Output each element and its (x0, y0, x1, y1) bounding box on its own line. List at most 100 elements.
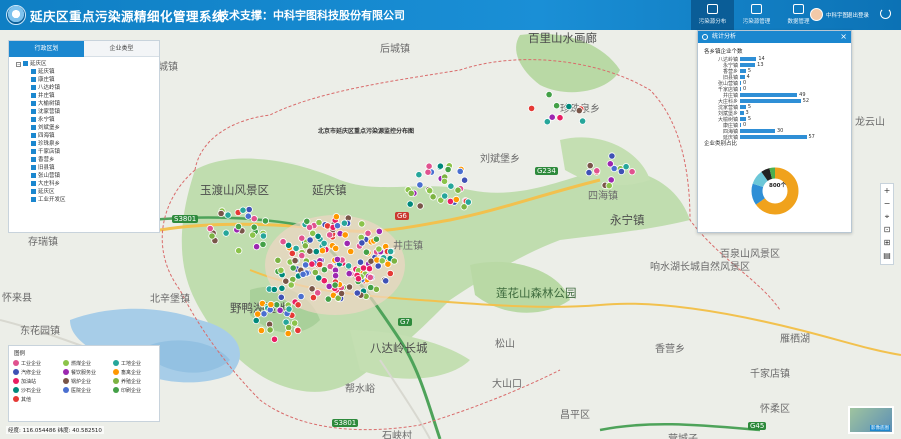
pollution-source-marker[interactable] (301, 261, 310, 269)
legend-item[interactable]: 锅炉企业 (63, 378, 113, 386)
pollution-source-marker[interactable] (298, 252, 306, 260)
pollution-source-marker[interactable] (406, 200, 414, 208)
pollution-source-marker[interactable] (285, 323, 293, 332)
pollution-source-marker[interactable] (593, 167, 601, 175)
pollution-source-marker[interactable] (608, 152, 616, 160)
tree-item[interactable]: 旧县镇 (13, 164, 155, 172)
legend-item[interactable]: 加油站 (13, 378, 63, 386)
pollution-source-marker[interactable] (320, 277, 328, 285)
pollution-source-marker[interactable] (303, 217, 311, 225)
tree-item[interactable]: 珍珠泉乡 (13, 140, 155, 148)
pollution-source-marker[interactable] (333, 222, 342, 230)
checkbox-icon[interactable] (31, 197, 36, 202)
pollution-source-marker[interactable] (545, 90, 553, 99)
pollution-source-marker[interactable] (552, 102, 561, 110)
logout-link[interactable]: 退出登录 (847, 11, 869, 19)
pollution-source-marker[interactable] (375, 245, 383, 253)
pollution-source-marker[interactable] (452, 195, 460, 204)
pollution-source-marker[interactable] (565, 102, 573, 111)
checkbox-icon[interactable] (31, 165, 36, 170)
pollution-source-marker[interactable] (234, 223, 243, 231)
pollution-source-marker[interactable] (606, 160, 614, 168)
pollution-source-marker[interactable] (287, 281, 295, 289)
tree-item[interactable]: 井庄镇 (13, 92, 155, 100)
pollution-source-marker[interactable] (291, 257, 299, 265)
checkbox-icon[interactable] (31, 101, 36, 106)
pollution-source-marker[interactable] (278, 284, 286, 292)
pollution-source-marker[interactable] (345, 270, 353, 278)
pollution-source-marker[interactable] (390, 257, 398, 265)
pollution-source-marker[interactable] (294, 326, 302, 334)
checkbox-icon[interactable] (31, 93, 36, 98)
tree-item[interactable]: 香营乡 (13, 156, 155, 164)
pollution-source-marker[interactable] (297, 292, 305, 301)
legend-item[interactable]: 其他 (13, 396, 63, 404)
pollution-source-marker[interactable] (347, 247, 355, 256)
pollution-source-marker[interactable] (416, 181, 424, 189)
checkbox-icon[interactable] (31, 157, 36, 162)
pollution-source-marker[interactable] (333, 255, 341, 263)
pollution-source-marker[interactable] (441, 192, 449, 200)
pollution-source-marker[interactable] (386, 247, 395, 256)
checkbox-icon[interactable] (31, 77, 36, 82)
checkbox-icon[interactable] (31, 117, 36, 122)
pollution-source-marker[interactable] (354, 275, 362, 283)
pollution-source-marker[interactable] (378, 257, 386, 265)
pollution-source-marker[interactable] (362, 248, 370, 256)
pollution-source-marker[interactable] (424, 168, 432, 176)
tree-item[interactable]: 大庄科乡 (13, 180, 155, 188)
tree-item[interactable]: 永宁镇 (13, 116, 155, 124)
checkbox-icon[interactable] (31, 189, 36, 194)
pollution-source-marker[interactable] (386, 269, 394, 278)
legend-item[interactable]: 医院企业 (63, 387, 113, 395)
pollution-source-marker[interactable] (314, 232, 322, 240)
pollution-source-marker[interactable] (259, 232, 267, 240)
tree-item[interactable]: 八达岭镇 (13, 84, 155, 92)
pollution-source-marker[interactable] (217, 209, 225, 218)
pollution-source-marker[interactable] (578, 117, 587, 125)
pollution-source-marker[interactable] (261, 217, 269, 225)
pollution-source-marker[interactable] (257, 326, 265, 335)
pollution-source-marker[interactable] (382, 277, 390, 285)
tree-root[interactable]: − 延庆区 (13, 60, 155, 68)
pollution-source-marker[interactable] (548, 113, 556, 121)
pollution-source-marker[interactable] (266, 326, 274, 334)
legend-item[interactable]: 沙石企业 (13, 387, 63, 395)
tree-item[interactable]: 工业开发区 (13, 196, 155, 204)
pollution-source-marker[interactable] (575, 107, 583, 115)
pollution-source-marker[interactable] (331, 272, 340, 280)
close-icon[interactable]: × (840, 31, 847, 43)
pollution-source-marker[interactable] (628, 168, 636, 176)
power-icon[interactable] (880, 8, 891, 19)
pollution-source-marker[interactable] (260, 310, 268, 318)
checkbox-icon[interactable] (23, 61, 28, 66)
pollution-source-marker[interactable] (460, 203, 468, 211)
pollution-source-marker[interactable] (294, 301, 302, 309)
pollution-source-marker[interactable] (426, 187, 434, 195)
tab-enterprise-type[interactable]: 企业类型 (84, 41, 159, 57)
pollution-source-marker[interactable] (206, 224, 214, 233)
pollution-source-marker[interactable] (527, 104, 536, 113)
pollution-source-marker[interactable] (277, 293, 285, 301)
nav-pollution-management[interactable]: 污染源管理 (735, 0, 778, 30)
pollution-source-marker[interactable] (416, 202, 424, 210)
tree-item[interactable]: 大榆树镇 (13, 100, 155, 108)
pollution-source-marker[interactable] (284, 241, 293, 249)
pollution-source-marker[interactable] (270, 285, 278, 294)
checkbox-icon[interactable] (31, 181, 36, 186)
pollution-source-marker[interactable] (367, 257, 375, 265)
legend-item[interactable]: 燃煤企业 (63, 360, 113, 368)
pollution-source-marker[interactable] (222, 229, 230, 237)
pollution-source-marker[interactable] (250, 215, 258, 223)
pollution-source-marker[interactable] (331, 281, 339, 289)
pollution-source-marker[interactable] (224, 211, 232, 219)
legend-item[interactable]: 工业企业 (13, 360, 63, 368)
pollution-source-marker[interactable] (306, 247, 314, 255)
checkbox-icon[interactable] (31, 173, 36, 178)
pollution-source-marker[interactable] (235, 247, 243, 255)
tree-item[interactable]: 延庆镇 (13, 68, 155, 76)
pollution-source-marker[interactable] (375, 227, 383, 235)
pollution-source-marker[interactable] (456, 167, 464, 175)
pollution-source-marker[interactable] (326, 231, 334, 239)
pollution-source-marker[interactable] (364, 229, 372, 237)
